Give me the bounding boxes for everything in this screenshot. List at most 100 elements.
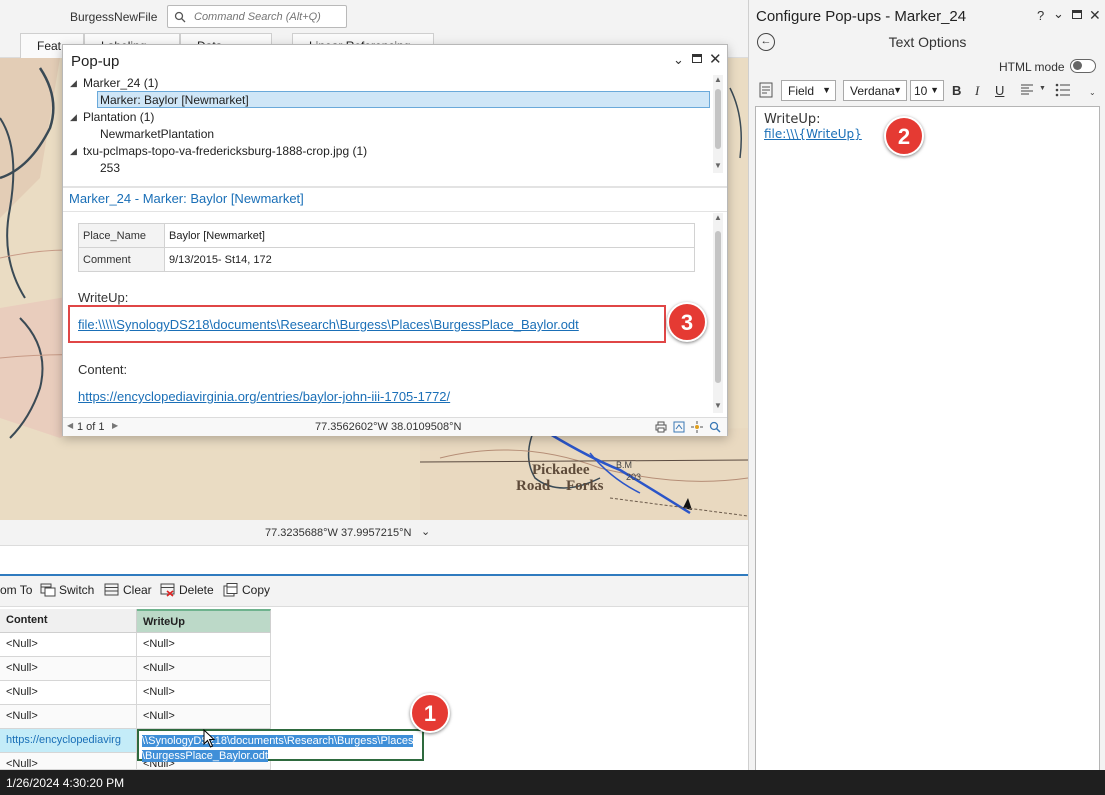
zoom-to-button[interactable]: om To <box>0 583 32 597</box>
underline-button[interactable]: U <box>995 83 1004 98</box>
switch-icon <box>40 583 56 597</box>
map-label-elevation: 203 <box>626 472 642 482</box>
editor-writeup-link[interactable]: file:\\\{WriteUp} <box>764 127 862 141</box>
page-indicator: 1 of 1 <box>77 421 105 433</box>
next-icon[interactable]: ▶ <box>112 421 118 430</box>
table-cell[interactable]: <Null> <box>137 657 271 681</box>
flash-icon[interactable] <box>691 421 703 433</box>
status-bar: 1/26/2024 4:30:20 PM <box>0 770 1105 795</box>
search-input[interactable] <box>192 8 342 25</box>
table-cell[interactable]: <Null> <box>0 705 137 729</box>
bullet-list-icon[interactable] <box>1055 83 1071 97</box>
italic-button[interactable]: I <box>975 83 979 99</box>
configure-popups-pane: Configure Pop-ups - Marker_24 ? ⌄ ✕ ← Te… <box>748 0 1105 770</box>
expand-triangle-icon[interactable]: ◢ <box>70 112 77 123</box>
pane-subtitle: Text Options <box>888 34 967 50</box>
field-value: Baylor [Newmarket] <box>164 223 695 248</box>
writeup-link[interactable]: file:\\\\\SynologyDS218\documents\Resear… <box>78 317 579 332</box>
table-row: Place_Name Baylor [Newmarket] <box>78 223 695 248</box>
previous-icon[interactable]: ◀ <box>67 421 73 430</box>
switch-button[interactable]: Switch <box>40 583 94 597</box>
table-cell[interactable]: <Null> <box>137 681 271 705</box>
editor-writeup-label: WriteUp: <box>764 112 821 127</box>
map-status-bar: 77.3235688°W 37.9957215°N ⌄ <box>0 520 748 546</box>
status-timestamp: 1/26/2024 4:30:20 PM <box>6 776 125 790</box>
print-icon[interactable] <box>655 421 667 433</box>
field-name: Comment <box>78 247 165 272</box>
maximize-icon[interactable] <box>1072 10 1082 19</box>
callout-badge-2: 2 <box>884 116 924 156</box>
close-icon[interactable]: ✕ <box>1089 7 1101 24</box>
field-value: 9/13/2015- St14, 172 <box>164 247 695 272</box>
clear-icon <box>104 583 119 596</box>
delete-button[interactable]: Delete <box>160 583 214 597</box>
field-select[interactable]: Field ▼ <box>781 80 836 101</box>
popup-splitter[interactable] <box>63 186 727 188</box>
tree-layer-topo-raster[interactable]: txu-pclmaps-topo-va-fredericksburg-1888-… <box>83 144 367 158</box>
content-scrollbar[interactable]: ▲ ▼ <box>713 213 723 413</box>
table-cell[interactable]: <Null> <box>0 633 137 657</box>
chevron-down-icon[interactable]: ⌄ <box>1089 88 1096 97</box>
source-code-icon[interactable] <box>759 82 773 98</box>
project-name: BurgessNewFile <box>70 10 158 24</box>
pane-title: Configure Pop-ups - Marker_24 <box>756 8 967 25</box>
html-mode-toggle[interactable] <box>1070 59 1096 73</box>
map-label-pickadee: Pickadee <box>532 462 590 478</box>
copy-button[interactable]: Copy <box>223 583 270 597</box>
field-name: Place_Name <box>78 223 165 248</box>
writeup-label: WriteUp: <box>78 290 129 305</box>
popup-field-table: Place_Name Baylor [Newmarket] Comment 9/… <box>78 223 695 272</box>
chevron-down-icon[interactable]: ⌄ <box>1053 6 1064 22</box>
font-size-select[interactable]: 10 ▼ <box>910 80 944 101</box>
tree-feature-baylor[interactable]: Marker: Baylor [Newmarket] <box>100 93 249 107</box>
text-editor[interactable]: WriteUp: file:\\\{WriteUp} <box>755 106 1100 770</box>
help-icon[interactable]: ? <box>1037 8 1044 23</box>
copy-icon <box>223 583 238 597</box>
table-cell[interactable]: <Null> <box>137 633 271 657</box>
table-cell[interactable]: <Null> <box>0 681 137 705</box>
table-cell[interactable]: <Null> <box>137 705 271 729</box>
content-link[interactable]: https://encyclopediavirginia.org/entries… <box>78 389 450 404</box>
chevron-down-icon[interactable]: ⌄ <box>673 52 684 68</box>
map-label-forks: Forks <box>566 478 604 494</box>
tree-layer-plantation[interactable]: Plantation (1) <box>83 110 154 124</box>
bold-button[interactable]: B <box>952 83 961 98</box>
column-header-writeup[interactable]: WriteUp <box>137 609 271 633</box>
callout-badge-1: 1 <box>410 693 450 733</box>
command-search[interactable] <box>167 5 347 28</box>
expand-triangle-icon[interactable]: ◢ <box>70 146 77 157</box>
column-header-content[interactable]: Content <box>0 609 137 633</box>
format-toolbar: Field ▼ Verdana ▼ 10 ▼ B I U ▼ ⌄ <box>755 78 1101 104</box>
chevron-down-icon: ▼ <box>893 85 902 95</box>
table-row: Comment 9/13/2015- St14, 172 <box>78 247 695 272</box>
popup-feature-header: Marker_24 - Marker: Baylor [Newmarket] <box>69 191 304 206</box>
content-label: Content: <box>78 362 128 377</box>
tree-feature-newmarket[interactable]: NewmarketPlantation <box>100 127 214 141</box>
chevron-down-icon[interactable]: ⌄ <box>421 525 430 538</box>
html-mode-label: HTML mode <box>999 60 1065 74</box>
chevron-down-icon[interactable]: ▼ <box>1039 85 1046 92</box>
table-cell[interactable]: <Null> <box>0 657 137 681</box>
table-cell[interactable]: <Null> <box>0 753 137 770</box>
table-cell-selected[interactable]: https://encyclopediavirg <box>0 729 137 753</box>
popup-title: Pop-up <box>71 53 120 70</box>
map-label-road: Road <box>516 478 551 494</box>
popup-coordinates: 77.3562602°W 38.0109508°N <box>315 421 462 433</box>
tree-feature-253[interactable]: 253 <box>100 161 120 172</box>
clear-button[interactable]: Clear <box>104 583 152 597</box>
tree-layer-marker[interactable]: Marker_24 (1) <box>83 76 158 90</box>
edit-value-line-2: \BurgessPlace_Baylor.odt <box>142 750 268 762</box>
writeup-cell-editor[interactable]: \\SynologyDS218\documents\Research\Burge… <box>137 729 424 762</box>
font-select[interactable]: Verdana ▼ <box>843 80 907 101</box>
maximize-icon[interactable] <box>692 54 702 63</box>
chevron-down-icon: ▼ <box>822 85 831 95</box>
close-icon[interactable]: ✕ <box>709 50 722 68</box>
tree-scrollbar[interactable]: ▲ ▼ <box>713 75 723 173</box>
expand-triangle-icon[interactable]: ◢ <box>70 78 77 89</box>
popup-footer: ◀ 1 of 1 ▶ 77.3562602°W 38.0109508°N <box>63 417 727 436</box>
mouse-cursor-icon <box>203 729 216 748</box>
map-zoom-icon[interactable] <box>673 421 685 433</box>
align-left-icon[interactable] <box>1021 84 1035 96</box>
zoom-to-icon[interactable] <box>709 421 721 433</box>
popup-window: Pop-up ⌄ ✕ ◢ Marker_24 (1) Marker: Baylo… <box>62 44 728 436</box>
